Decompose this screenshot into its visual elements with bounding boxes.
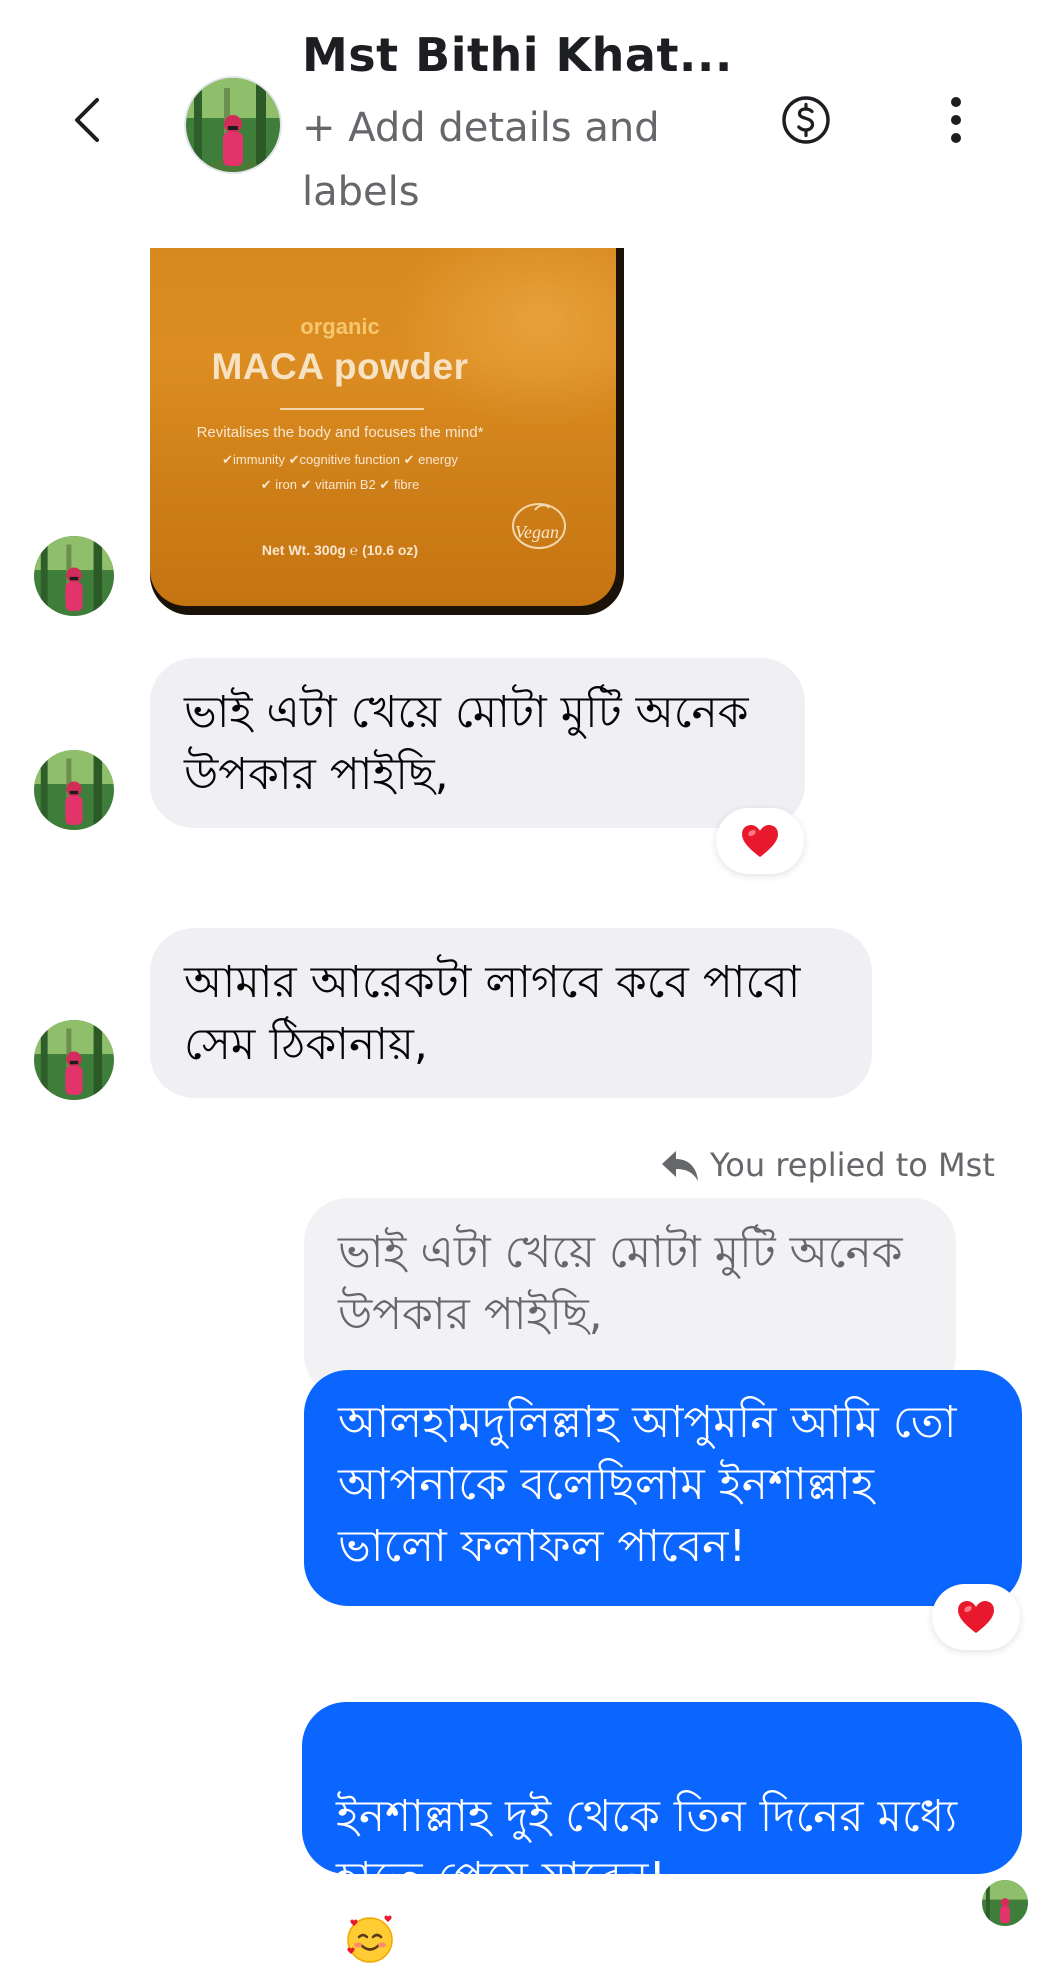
smiling-face-with-hearts-icon xyxy=(347,1915,393,1963)
contact-avatar[interactable] xyxy=(184,76,282,174)
sender-avatar[interactable] xyxy=(34,750,114,830)
product-organic-label: organic xyxy=(300,314,380,339)
incoming-message[interactable]: আমার আরেকটা লাগবে কবে পাবো সেম ঠিকানায়, xyxy=(150,928,872,1098)
vertical-dots-icon xyxy=(951,97,961,143)
contact-name[interactable]: Mst Bithi Khat... xyxy=(302,28,733,82)
sender-avatar[interactable] xyxy=(34,1020,114,1100)
seen-avatar xyxy=(982,1880,1028,1926)
product-subtitle: Revitalises the body and focuses the min… xyxy=(196,424,484,441)
vegan-badge: Vegan xyxy=(505,496,575,552)
product-title: MACA powder xyxy=(211,346,469,387)
chevron-left-icon xyxy=(75,98,99,142)
red-heart-icon xyxy=(958,1601,994,1633)
product-net-weight: Net Wt. 300g ℮ (10.6 oz) xyxy=(261,542,419,558)
add-details-labels-link[interactable]: + Add details and labels xyxy=(302,96,682,224)
replied-to-label: You replied to Mst xyxy=(660,1140,995,1190)
message-reaction[interactable] xyxy=(932,1584,1020,1650)
incoming-message[interactable]: ভাই এটা খেয়ে মোটা মুটি অনেক উপকার পাইছি… xyxy=(150,658,805,828)
dollar-circle-icon xyxy=(782,96,830,144)
product-photo-message[interactable]: organic MACA powder Revitalises the body… xyxy=(150,248,624,615)
chat-header: Mst Bithi Khat... + Add details and labe… xyxy=(0,0,1044,235)
more-options-button[interactable] xyxy=(930,92,982,148)
back-button[interactable] xyxy=(56,90,116,150)
outgoing-message[interactable]: ইনশাল্লাহ দুই থেকে তিন দিনের মধ্যে হাতে … xyxy=(302,1702,1022,1963)
product-benefits-line2: ✔ iron ✔ vitamin B2 ✔ fibre xyxy=(260,477,420,492)
vegan-label: Vegan xyxy=(515,522,559,542)
product-photo: organic MACA powder Revitalises the body… xyxy=(150,248,616,606)
replied-to-text: You replied to Mst xyxy=(710,1146,995,1184)
sender-avatar[interactable] xyxy=(34,536,114,616)
quoted-message[interactable]: ভাই এটা খেয়ে মোটা মুটি অনেক উপকার পাইছি… xyxy=(304,1198,956,1398)
outgoing-message-text: ইনশাল্লাহ দুই থেকে তিন দিনের মধ্যে হাতে … xyxy=(336,1791,958,1904)
outgoing-message[interactable]: আলহামদুলিল্লাহ আপুমনি আমি তো আপনাকে বলেছ… xyxy=(304,1370,1022,1606)
red-heart-icon xyxy=(742,825,778,857)
payment-button[interactable] xyxy=(780,94,832,146)
message-reaction[interactable] xyxy=(716,808,804,874)
reply-arrow-icon xyxy=(662,1151,698,1181)
product-benefits-line1: ✔immunity ✔cognitive function ✔ energy xyxy=(222,452,458,467)
